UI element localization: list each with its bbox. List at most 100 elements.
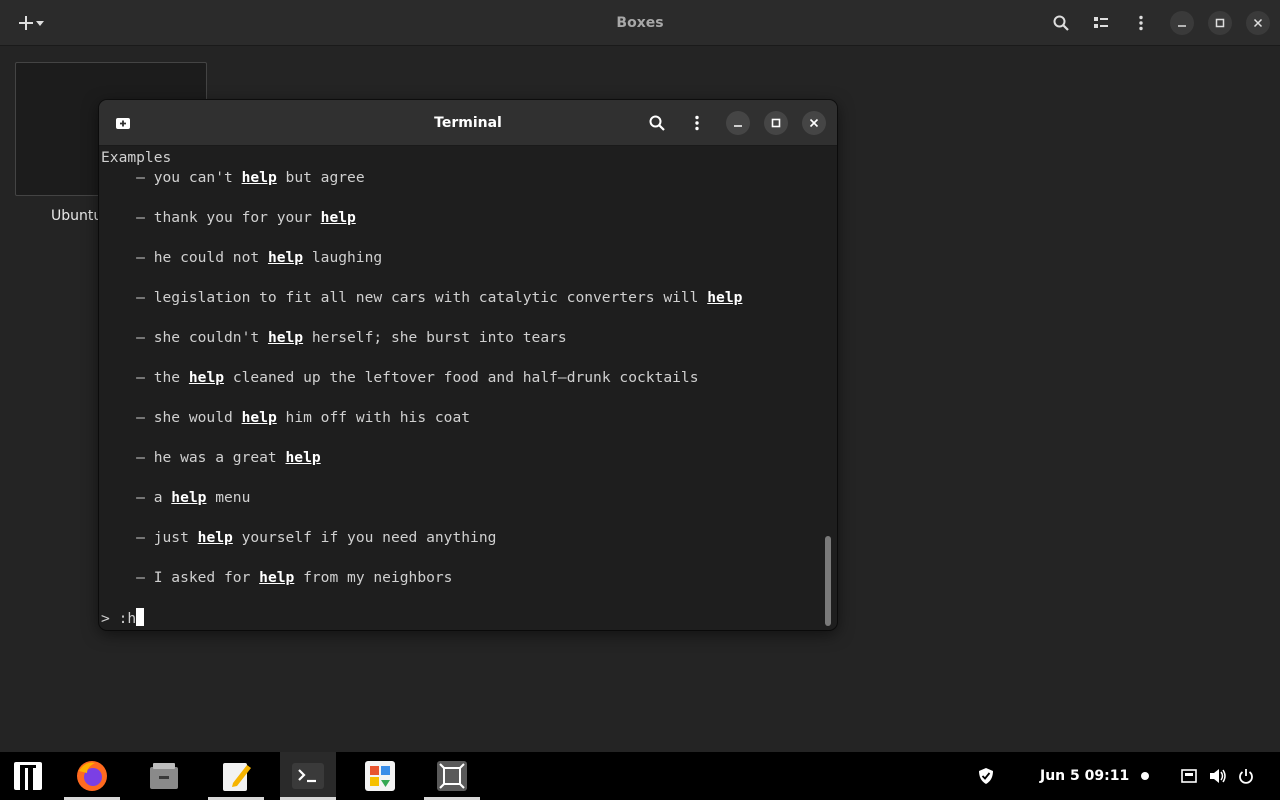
taskbar-app-software[interactable] (352, 752, 408, 800)
terminal-line: – the help cleaned up the leftover food … (101, 368, 823, 388)
prompt-line[interactable]: > :h (101, 608, 823, 628)
terminal-window: Terminal Examples – you can't help but a… (99, 100, 837, 630)
terminal-line: – legislation to fit all new cars with c… (101, 288, 823, 308)
network-wired-icon (1181, 769, 1197, 783)
security-tray-button[interactable] (975, 752, 997, 800)
new-box-button[interactable] (8, 8, 48, 38)
power-tray-button[interactable] (1235, 752, 1257, 800)
new-tab-button[interactable] (111, 111, 135, 135)
line-text: but agree (276, 169, 365, 186)
launcher-icon (14, 762, 42, 790)
line-text: – he was a great (101, 449, 286, 466)
line-text: – a (101, 489, 172, 506)
line-text: him off with his coat (276, 409, 471, 426)
highlighted-term: help (171, 489, 207, 506)
kebab-menu-icon (695, 115, 699, 131)
taskbar-app-files[interactable] (136, 752, 192, 800)
kebab-menu-icon (1139, 15, 1143, 31)
highlighted-term: help (267, 249, 304, 266)
firefox-icon (77, 761, 107, 791)
boxes-icon (437, 761, 467, 791)
line-text: – just (101, 529, 198, 546)
terminal-search-button[interactable] (645, 111, 669, 135)
taskbar-app-firefox[interactable] (64, 752, 120, 800)
highlighted-term: help (241, 409, 277, 426)
terminal-line: – just help yourself if you need anythin… (101, 528, 823, 548)
terminal-line: – I asked for help from my neighbors (101, 568, 823, 588)
new-tab-icon (116, 118, 130, 129)
main-menu-button[interactable] (1128, 8, 1154, 38)
vm-name-label[interactable]: Ubuntu (51, 208, 102, 224)
line-text: – the (101, 369, 189, 386)
text-editor-icon (223, 763, 251, 791)
terminal-titlebar[interactable]: Terminal (99, 100, 837, 146)
close-button[interactable] (1246, 8, 1270, 38)
terminal-line: – she would help him off with his coat (101, 408, 823, 428)
shield-icon (979, 768, 993, 784)
search-icon (1053, 15, 1069, 31)
terminal-scrollbar[interactable] (825, 536, 831, 626)
maximize-icon (1215, 18, 1225, 28)
line-text: – legislation to fit all new cars with c… (101, 289, 708, 306)
minimize-button[interactable] (1170, 8, 1194, 38)
line-text: menu (206, 489, 251, 506)
notification-dot-icon (1141, 772, 1149, 780)
prompt-text: > :h (101, 610, 137, 627)
clock[interactable]: Jun 5 09:11 (1040, 752, 1129, 800)
maximize-button[interactable] (1208, 8, 1232, 38)
line-text: – he could not (101, 249, 268, 266)
highlighted-term: help (320, 209, 356, 226)
line-text: herself; she burst into tears (303, 329, 567, 346)
terminal-output[interactable]: Examples – you can't help but agree – th… (99, 146, 823, 630)
taskbar-app-terminal[interactable] (280, 752, 336, 800)
network-tray-button[interactable] (1178, 752, 1200, 800)
volume-tray-button[interactable] (1207, 752, 1229, 800)
terminal-minimize-button[interactable] (726, 111, 750, 135)
terminal-maximize-button[interactable] (764, 111, 788, 135)
search-button[interactable] (1048, 8, 1074, 38)
terminal-line: – he could not help laughing (101, 248, 823, 268)
line-text: yourself if you need anything (232, 529, 497, 546)
close-icon (809, 118, 819, 128)
line-text: – I asked for (101, 569, 260, 586)
files-icon (150, 763, 178, 789)
add-icon (19, 16, 44, 30)
software-icon (365, 761, 395, 791)
line-text: – she would (101, 409, 242, 426)
view-toggle-button[interactable] (1088, 8, 1114, 38)
speaker-icon (1210, 769, 1226, 783)
search-icon (649, 115, 665, 131)
highlighted-term: help (197, 529, 233, 546)
line-text: – you can't (101, 169, 242, 186)
text-cursor (136, 608, 145, 626)
boxes-header: Boxes (0, 0, 1280, 46)
minimize-icon (734, 125, 742, 127)
line-text: Examples (101, 149, 172, 166)
taskbar-app-text-editor[interactable] (208, 752, 264, 800)
terminal-icon (292, 763, 324, 789)
highlighted-term: help (259, 569, 295, 586)
app-launcher-button[interactable] (0, 752, 56, 800)
highlighted-term: help (267, 329, 304, 346)
line-text: from my neighbors (294, 569, 453, 586)
terminal-line: – a help menu (101, 488, 823, 508)
terminal-line: – she couldn't help herself; she burst i… (101, 328, 823, 348)
highlighted-term: help (188, 369, 225, 386)
terminal-menu-button[interactable] (685, 111, 709, 135)
notification-indicator[interactable] (1134, 752, 1156, 800)
terminal-close-button[interactable] (802, 111, 826, 135)
terminal-line: – thank you for your help (101, 208, 823, 228)
maximize-icon (771, 118, 781, 128)
taskbar-app-boxes[interactable] (424, 752, 480, 800)
highlighted-term: help (285, 449, 321, 466)
